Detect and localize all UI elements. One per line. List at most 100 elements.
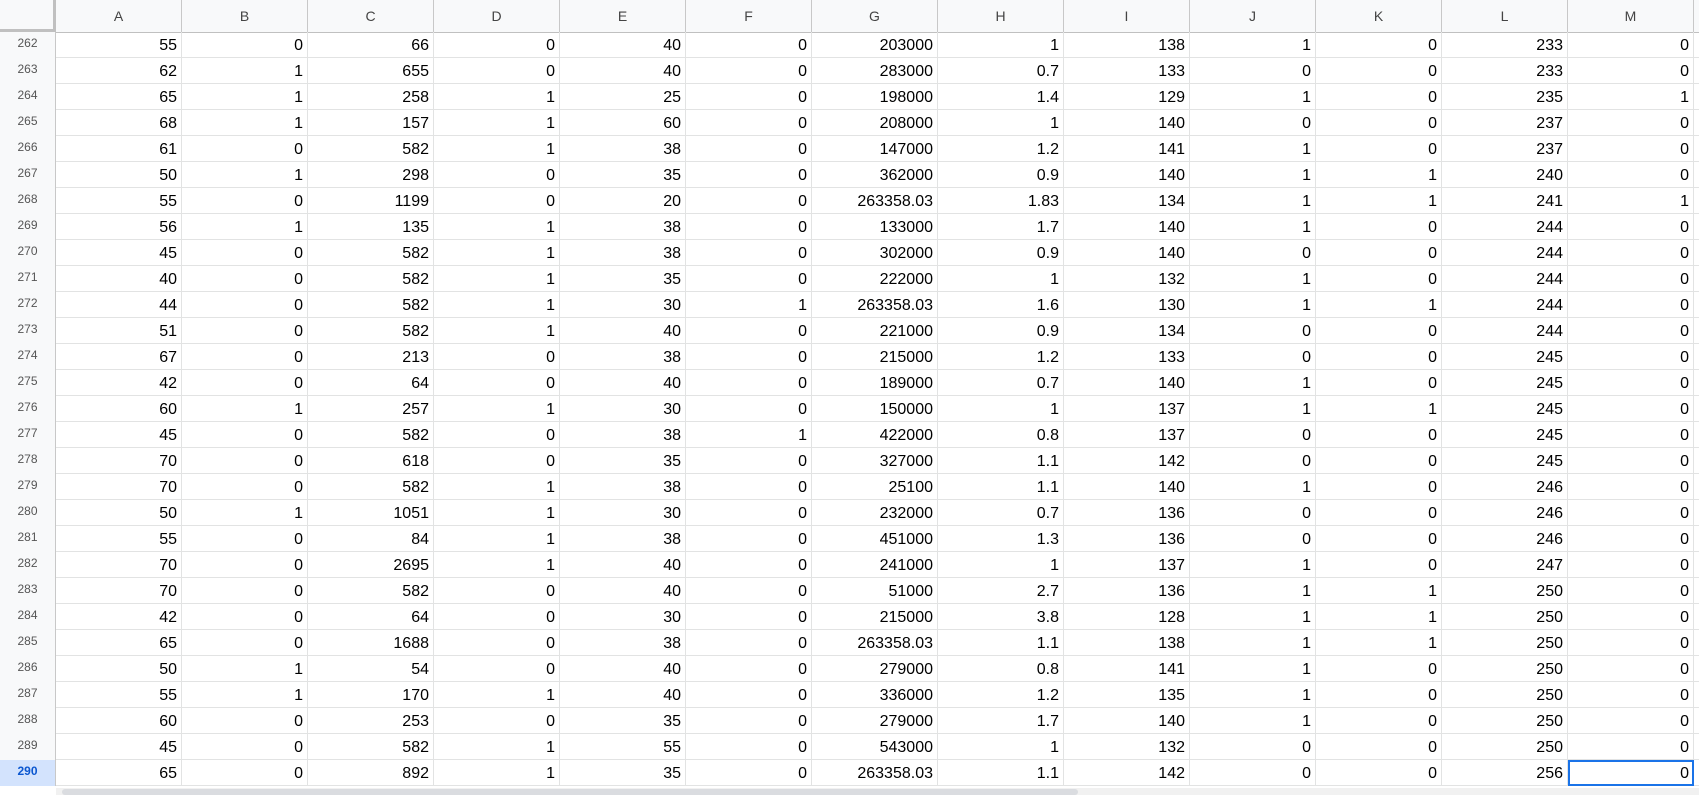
cell-e263[interactable]: 40 — [560, 58, 686, 84]
cell-d264[interactable]: 1 — [434, 84, 560, 110]
cell-b271[interactable]: 0 — [182, 266, 308, 292]
cell-b286[interactable]: 1 — [182, 656, 308, 682]
cell-e279[interactable]: 38 — [560, 474, 686, 500]
cell-j263[interactable]: 0 — [1190, 58, 1316, 84]
cell-g286[interactable]: 279000 — [812, 656, 938, 682]
cell-f262[interactable]: 0 — [686, 32, 812, 58]
cell-g273[interactable]: 221000 — [812, 318, 938, 344]
cell-k263[interactable]: 0 — [1316, 58, 1442, 84]
cell-j278[interactable]: 0 — [1190, 448, 1316, 474]
cell-k290[interactable]: 0 — [1316, 760, 1442, 786]
cell-h284[interactable]: 3.8 — [938, 604, 1064, 630]
row-header[interactable]: 273 — [0, 318, 56, 344]
cell-e269[interactable]: 38 — [560, 214, 686, 240]
column-header-k[interactable]: K — [1316, 0, 1442, 32]
cell-b284[interactable]: 0 — [182, 604, 308, 630]
cell-j275[interactable]: 1 — [1190, 370, 1316, 396]
cell-m287[interactable]: 0 — [1568, 682, 1694, 708]
cell-a276[interactable]: 60 — [56, 396, 182, 422]
cell-e271[interactable]: 35 — [560, 266, 686, 292]
cell-i273[interactable]: 134 — [1064, 318, 1190, 344]
cell-k270[interactable]: 0 — [1316, 240, 1442, 266]
cell-a275[interactable]: 42 — [56, 370, 182, 396]
cell-d271[interactable]: 1 — [434, 266, 560, 292]
cell-d282[interactable]: 1 — [434, 552, 560, 578]
cell-m290[interactable]: 0 — [1568, 760, 1694, 786]
cell-i283[interactable]: 136 — [1064, 578, 1190, 604]
cell-m288[interactable]: 0 — [1568, 708, 1694, 734]
cell-c270[interactable]: 582 — [308, 240, 434, 266]
cell-a283[interactable]: 70 — [56, 578, 182, 604]
cell-a268[interactable]: 55 — [56, 188, 182, 214]
cell-h264[interactable]: 1.4 — [938, 84, 1064, 110]
cell-j265[interactable]: 0 — [1190, 110, 1316, 136]
cell-l283[interactable]: 250 — [1442, 578, 1568, 604]
cell-f270[interactable]: 0 — [686, 240, 812, 266]
cell-i271[interactable]: 132 — [1064, 266, 1190, 292]
cell-c264[interactable]: 258 — [308, 84, 434, 110]
cell-m267[interactable]: 0 — [1568, 162, 1694, 188]
cell-f278[interactable]: 0 — [686, 448, 812, 474]
cell-f266[interactable]: 0 — [686, 136, 812, 162]
cell-c285[interactable]: 1688 — [308, 630, 434, 656]
cell-h279[interactable]: 1.1 — [938, 474, 1064, 500]
cell-a272[interactable]: 44 — [56, 292, 182, 318]
cell-g279[interactable]: 25100 — [812, 474, 938, 500]
cell-b268[interactable]: 0 — [182, 188, 308, 214]
cell-g274[interactable]: 215000 — [812, 344, 938, 370]
row-header[interactable]: 283 — [0, 578, 56, 604]
cell-k283[interactable]: 1 — [1316, 578, 1442, 604]
cell-f263[interactable]: 0 — [686, 58, 812, 84]
cell-j279[interactable]: 1 — [1190, 474, 1316, 500]
cell-d263[interactable]: 0 — [434, 58, 560, 84]
cell-c277[interactable]: 582 — [308, 422, 434, 448]
row-header[interactable]: 270 — [0, 240, 56, 266]
cell-k284[interactable]: 1 — [1316, 604, 1442, 630]
row-header[interactable]: 282 — [0, 552, 56, 578]
row-header[interactable]: 290 — [0, 760, 56, 786]
cell-g266[interactable]: 147000 — [812, 136, 938, 162]
cell-b274[interactable]: 0 — [182, 344, 308, 370]
cell-m279[interactable]: 0 — [1568, 474, 1694, 500]
cell-e286[interactable]: 40 — [560, 656, 686, 682]
cell-h281[interactable]: 1.3 — [938, 526, 1064, 552]
cell-m265[interactable]: 0 — [1568, 110, 1694, 136]
cell-a280[interactable]: 50 — [56, 500, 182, 526]
cell-l281[interactable]: 246 — [1442, 526, 1568, 552]
cell-i286[interactable]: 141 — [1064, 656, 1190, 682]
cell-h262[interactable]: 1 — [938, 32, 1064, 58]
cell-m266[interactable]: 0 — [1568, 136, 1694, 162]
cell-d268[interactable]: 0 — [434, 188, 560, 214]
cell-i282[interactable]: 137 — [1064, 552, 1190, 578]
row-header[interactable]: 264 — [0, 84, 56, 110]
cell-l278[interactable]: 245 — [1442, 448, 1568, 474]
cell-e285[interactable]: 38 — [560, 630, 686, 656]
cell-m268[interactable]: 1 — [1568, 188, 1694, 214]
cell-d267[interactable]: 0 — [434, 162, 560, 188]
cell-e281[interactable]: 38 — [560, 526, 686, 552]
cell-h289[interactable]: 1 — [938, 734, 1064, 760]
cell-j281[interactable]: 0 — [1190, 526, 1316, 552]
cell-j262[interactable]: 1 — [1190, 32, 1316, 58]
cell-j270[interactable]: 0 — [1190, 240, 1316, 266]
cell-e280[interactable]: 30 — [560, 500, 686, 526]
cell-h266[interactable]: 1.2 — [938, 136, 1064, 162]
cell-l269[interactable]: 244 — [1442, 214, 1568, 240]
cell-j276[interactable]: 1 — [1190, 396, 1316, 422]
cell-g271[interactable]: 222000 — [812, 266, 938, 292]
cell-h263[interactable]: 0.7 — [938, 58, 1064, 84]
cell-m281[interactable]: 0 — [1568, 526, 1694, 552]
cell-g289[interactable]: 543000 — [812, 734, 938, 760]
column-header-h[interactable]: H — [938, 0, 1064, 32]
cell-m269[interactable]: 0 — [1568, 214, 1694, 240]
cell-j285[interactable]: 1 — [1190, 630, 1316, 656]
cell-c281[interactable]: 84 — [308, 526, 434, 552]
cell-k265[interactable]: 0 — [1316, 110, 1442, 136]
row-header[interactable]: 271 — [0, 266, 56, 292]
cell-a289[interactable]: 45 — [56, 734, 182, 760]
row-header[interactable]: 276 — [0, 396, 56, 422]
cell-j284[interactable]: 1 — [1190, 604, 1316, 630]
cell-a264[interactable]: 65 — [56, 84, 182, 110]
cell-e277[interactable]: 38 — [560, 422, 686, 448]
cell-l273[interactable]: 244 — [1442, 318, 1568, 344]
